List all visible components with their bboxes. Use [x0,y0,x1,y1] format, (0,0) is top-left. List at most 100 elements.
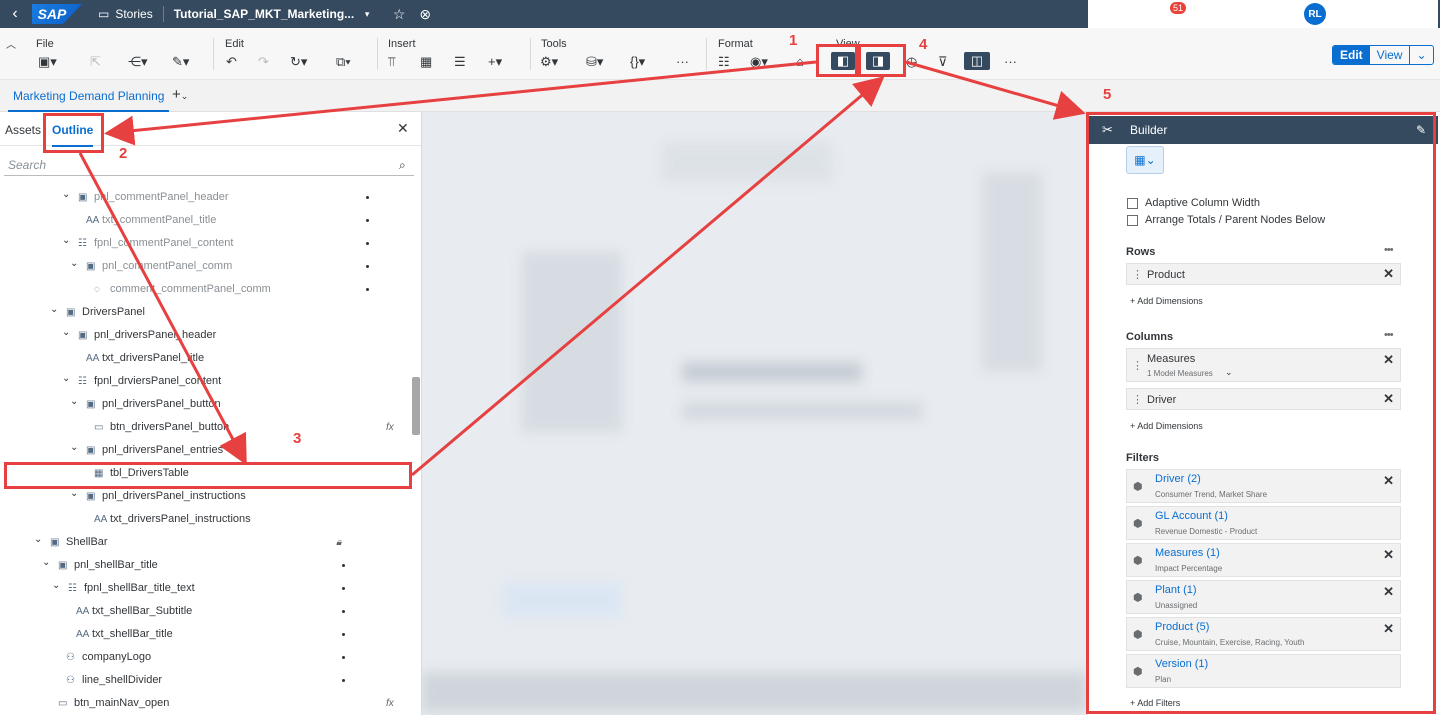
chevron-down-icon[interactable]: ⌄ [70,390,78,413]
star-icon[interactable]: ☆ [386,6,412,23]
canvas-block [662,142,832,182]
canvas-block [522,252,622,432]
back-icon[interactable]: ‹ [4,5,26,23]
filter-icon[interactable]: ⊽ [938,54,948,70]
chevron-down-icon[interactable]: ⌄ [52,574,60,597]
tree-item[interactable]: ◌ comment_commentPanel_comm [0,278,410,301]
lightbulb-icon[interactable]: ♀ [1124,6,1150,22]
document-title[interactable]: Tutorial_SAP_MKT_Marketing... [174,7,354,21]
save-icon[interactable]: ▣▾ [38,54,57,70]
tree-item[interactable]: ⚇ companyLogo [0,646,410,669]
chevron-down-icon[interactable]: ⌄ [62,183,70,206]
chevron-down-icon[interactable]: ⌄ [1410,46,1432,64]
chevron-down-icon[interactable]: ⌄ [62,229,70,252]
script-fx-icon[interactable]: fx [386,416,394,439]
edit-button[interactable]: Edit [1333,46,1370,64]
copy-icon[interactable]: ⧉▾ [336,54,351,70]
scrollbar[interactable] [412,377,420,435]
app-grid-icon[interactable]: ⊞ [1336,6,1362,23]
add-icon[interactable]: +▾ [488,54,502,70]
chevron-down-icon[interactable]: ⌄ [70,252,78,275]
search-icon[interactable]: ⌕ [399,158,406,173]
table-icon[interactable]: ▦ [420,54,432,70]
palette-icon[interactable]: ◉▾ [750,54,768,70]
chevron-down-icon[interactable]: ⌄ [42,551,50,574]
avatar[interactable]: RL [1304,3,1326,25]
close-icon[interactable]: ✕ [397,120,409,137]
canvas-block [682,362,862,382]
view-button[interactable]: View [1370,46,1411,64]
stories-link[interactable]: ▭ Stories [98,7,153,21]
chevron-down-icon[interactable]: ⌄ [34,528,42,551]
refresh-icon[interactable]: ↻▾ [290,54,307,70]
more-icon[interactable] [342,679,345,682]
tools-icon[interactable]: ✎▾ [172,54,189,70]
chat-icon[interactable]: ☐ [1196,6,1222,23]
tree-item-label: comment_commentPanel_comm [110,283,271,295]
more-icon[interactable] [366,242,369,245]
more-icon[interactable] [342,587,345,590]
tree-item[interactable]: ▭ btn_mainNav_open fx [0,692,410,715]
collapse-icon[interactable]: ︿ [6,36,16,51]
more-icon[interactable] [366,219,369,222]
share-icon[interactable]: ⋲▾ [128,54,148,70]
node-type-icon: ▣ [78,192,88,203]
preview-icon[interactable]: ◫ [964,52,990,70]
chevron-down-icon[interactable]: ⌄ [50,298,58,321]
tree-item-label: fpnl_drviersPanel_content [94,375,222,387]
tree-item[interactable]: ⌄ ▣ pnl_commentPanel_comm [0,255,410,278]
tree-item[interactable]: ⌄ ☷ fpnl_drviersPanel_content [0,370,410,393]
tree-item-label: txt_shellBar_Subtitle [92,605,193,617]
tree-item[interactable]: ⌄ ▣ pnl_driversPanel_button [0,393,410,416]
add-page-icon[interactable]: +⌄ [172,86,188,103]
more-icon[interactable] [366,288,369,291]
more-icon[interactable] [366,265,369,268]
undo-icon[interactable]: ↶ [226,54,237,70]
more-icon[interactable]: ··· [676,54,689,69]
more-icon[interactable] [342,656,345,659]
tree-item[interactable]: AA txt_shellBar_title [0,623,410,646]
canvas-block [502,582,622,618]
tree-item[interactable]: ⚇ line_shellDivider [0,669,410,692]
data-action-icon[interactable]: ⚙▾ [540,54,558,70]
chevron-down-icon[interactable]: ▾ [354,9,380,20]
input-control-icon[interactable]: ☰ [454,54,466,70]
tab-marketing-demand-planning[interactable]: Marketing Demand Planning [8,80,170,112]
close-circle-icon[interactable]: ⊗ [412,6,438,23]
node-type-icon: AA [76,606,90,617]
search-icon[interactable]: ⌕ [1088,6,1114,23]
database-icon[interactable]: ⛁▾ [586,54,603,70]
tree-item[interactable]: ⌄ ▣ pnl_driversPanel_entries [0,439,410,462]
feedback-icon[interactable]: ☏ [1232,6,1258,23]
tree-item[interactable]: ⌄ ▣ pnl_driversPanel_header [0,324,410,347]
more-icon[interactable] [342,610,345,613]
brush-icon[interactable]: ⌂ [796,54,804,69]
scripting-icon[interactable]: {}▾ [630,54,645,70]
clock-icon[interactable]: ◷ [906,54,917,70]
more-icon[interactable]: ··· [1004,54,1017,69]
tab-assets[interactable]: Assets [5,123,41,137]
chevron-down-icon[interactable]: ⌄ [70,436,78,459]
tree-item[interactable]: ▭ btn_driversPanel_button fx [0,416,410,439]
chart-icon[interactable]: ⫪ [388,54,395,70]
tree-item[interactable]: ⌄ ☷ fpnl_commentPanel_content [0,232,410,255]
more-icon[interactable] [366,196,369,199]
tree-item[interactable]: ⌄ ▣ ShellBar 🔒︎ [0,531,410,554]
format-icon[interactable]: ☷ [718,54,730,70]
tree-item[interactable]: ⌄ ☷ fpnl_shellBar_title_text [0,577,410,600]
chevron-down-icon[interactable]: ⌄ [62,321,70,344]
tree-item[interactable]: AA txt_shellBar_Subtitle [0,600,410,623]
notification-icon[interactable]: 🔔︎ 51 [1160,1,1187,23]
chevron-down-icon[interactable]: ⌄ [62,367,70,390]
tree-item[interactable]: ⌄ ▣ pnl_shellBar_title [0,554,410,577]
help-icon[interactable]: ? [1268,6,1294,22]
tree-item-label: txt_driversPanel_instructions [110,513,251,525]
search-input[interactable]: Search [4,154,414,176]
node-type-icon: ⚇ [66,675,75,686]
tree-item-label: btn_driversPanel_button [110,421,230,433]
more-icon[interactable] [342,564,345,567]
script-fx-icon[interactable]: fx [386,692,394,715]
more-icon[interactable] [342,633,345,636]
tree-item[interactable]: AA txt_driversPanel_instructions [0,508,410,531]
tree-item[interactable]: ⌄ ▣ pnl_commentPanel_header [0,186,410,209]
